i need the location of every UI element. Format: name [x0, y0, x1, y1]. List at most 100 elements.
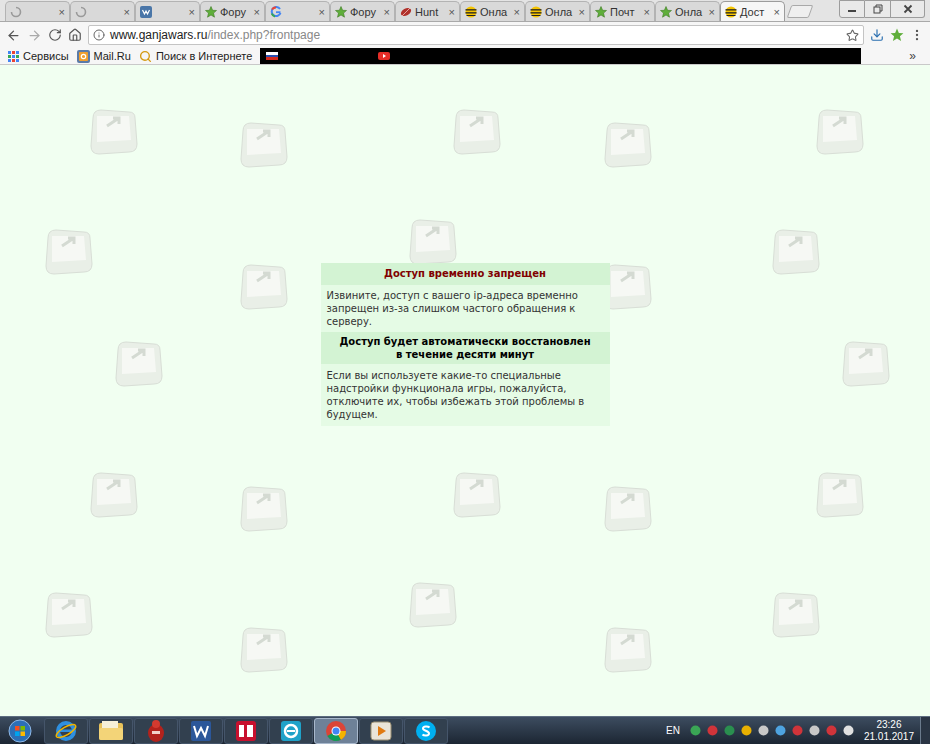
browser-tab[interactable]: ×: [265, 1, 330, 21]
tray-icon[interactable]: [775, 725, 786, 736]
browser-tab[interactable]: ×: [135, 1, 200, 21]
tab-close-button[interactable]: ×: [514, 5, 520, 19]
taskbar-app[interactable]: [89, 718, 133, 744]
tab-label: Онла: [480, 5, 511, 19]
app-icon: [145, 719, 167, 743]
extension-icon[interactable]: [890, 28, 904, 42]
tab-strip: ×××Фору××Фору×Hunt×Онла×Онла×Почт×Онла×Д…: [0, 0, 930, 22]
key-watermark-icon: [235, 481, 291, 537]
tray-icon[interactable]: [792, 725, 803, 736]
tab-close-button[interactable]: ×: [384, 5, 390, 19]
tab-close-button[interactable]: ×: [709, 5, 715, 19]
reload-icon[interactable]: [48, 28, 62, 42]
address-bar[interactable]: www.ganjawars.ru/index.php?frontpage: [88, 25, 864, 45]
taskbar-app[interactable]: [269, 718, 313, 744]
tab-close-button[interactable]: ×: [774, 5, 780, 19]
bookmark[interactable]: Сервисы: [8, 50, 69, 63]
bookmarks-overflow[interactable]: »: [909, 50, 916, 63]
browser-tab[interactable]: Почт×: [590, 1, 655, 21]
tab-label: Фору: [220, 5, 251, 19]
tray-icon[interactable]: [707, 725, 718, 736]
browser-tab[interactable]: Онла×: [525, 1, 590, 21]
bookmark[interactable]: Mail.Ru: [77, 50, 131, 63]
notice-advice: Если вы используете какие-то специальные…: [321, 364, 610, 426]
clock[interactable]: 23:2621.01.2017: [864, 719, 914, 743]
tab-label: Hunt: [415, 5, 446, 19]
beeline-icon: [725, 6, 737, 18]
loading-icon: [10, 6, 22, 18]
tray-icon[interactable]: [690, 725, 701, 736]
close-window-button[interactable]: [891, 0, 925, 18]
browser-tab[interactable]: ×: [5, 1, 70, 21]
folder-icon: [98, 720, 124, 742]
toolbar: www.ganjawars.ru/index.php?frontpage: [0, 22, 930, 48]
menu-icon[interactable]: [910, 28, 924, 42]
tab-close-button[interactable]: ×: [579, 5, 585, 19]
key-watermark-icon: [235, 622, 291, 678]
key-watermark-icon: [837, 336, 893, 392]
key-watermark-icon: [599, 622, 655, 678]
flag-icon: [266, 52, 278, 60]
bookmark[interactable]: Поиск в Интернете: [139, 50, 252, 63]
taskbar-app[interactable]: [179, 718, 223, 744]
taskbar-app[interactable]: [314, 718, 358, 744]
star-icon: [660, 6, 672, 18]
maximize-button[interactable]: [865, 0, 891, 18]
home-icon[interactable]: [68, 28, 82, 42]
browser-tab[interactable]: Онла×: [460, 1, 525, 21]
browser-tab[interactable]: Hunt×: [395, 1, 460, 21]
taskbar-apps: [44, 718, 448, 744]
start-button[interactable]: [0, 719, 40, 743]
browser-tab[interactable]: Дост×: [720, 1, 785, 21]
youtube-icon: [378, 52, 390, 60]
beeline-icon: [530, 6, 542, 18]
taskbar-app[interactable]: [359, 718, 403, 744]
tray-icon[interactable]: [741, 725, 752, 736]
taskbar-app[interactable]: [404, 718, 448, 744]
system-tray: [690, 725, 854, 736]
beeline-icon: [465, 6, 477, 18]
notice-box: Доступ временно запрещенИзвините, доступ…: [321, 263, 610, 426]
browser-tab[interactable]: ×: [70, 1, 135, 21]
taskbar-app[interactable]: [224, 718, 268, 744]
tab-close-button[interactable]: ×: [644, 5, 650, 19]
apps-icon: [8, 51, 19, 62]
tray-icon[interactable]: [809, 725, 820, 736]
bookmark-star-icon[interactable]: [846, 29, 859, 42]
star-icon: [205, 6, 217, 18]
tray-icon[interactable]: [724, 725, 735, 736]
tab-close-button[interactable]: ×: [319, 5, 325, 19]
star-icon: [335, 6, 347, 18]
minimize-button[interactable]: [839, 0, 865, 18]
tab-close-button[interactable]: ×: [449, 5, 455, 19]
vk-icon: [140, 6, 152, 18]
download-icon[interactable]: [870, 28, 884, 42]
show-desktop-button[interactable]: [920, 717, 930, 744]
tab-close-button[interactable]: ×: [59, 5, 65, 19]
restore-icon: [873, 4, 883, 14]
taskbar-app[interactable]: [44, 718, 88, 744]
app-icon: [234, 719, 258, 743]
language-indicator[interactable]: EN: [666, 723, 680, 738]
tray-icon[interactable]: [843, 725, 854, 736]
info-icon[interactable]: [93, 29, 105, 41]
close-icon: [903, 4, 913, 14]
browser-tab[interactable]: Фору×: [200, 1, 265, 21]
loading-icon: [75, 6, 87, 18]
new-tab-button[interactable]: [787, 5, 814, 18]
google-icon: [270, 6, 282, 18]
tab-close-button[interactable]: ×: [254, 5, 260, 19]
browser-tab[interactable]: Онла×: [655, 1, 720, 21]
back-icon[interactable]: [6, 28, 21, 43]
key-watermark-icon: [767, 224, 823, 280]
key-watermark-icon: [599, 117, 655, 173]
tray-icon[interactable]: [826, 725, 837, 736]
tray-icon[interactable]: [758, 725, 769, 736]
tab-close-button[interactable]: ×: [124, 5, 130, 19]
feather-icon: [400, 6, 412, 18]
tab-close-button[interactable]: ×: [189, 5, 195, 19]
taskbar-app[interactable]: [134, 718, 178, 744]
tab-label: Онла: [675, 5, 706, 19]
forward-icon[interactable]: [27, 28, 42, 43]
browser-tab[interactable]: Фору×: [330, 1, 395, 21]
